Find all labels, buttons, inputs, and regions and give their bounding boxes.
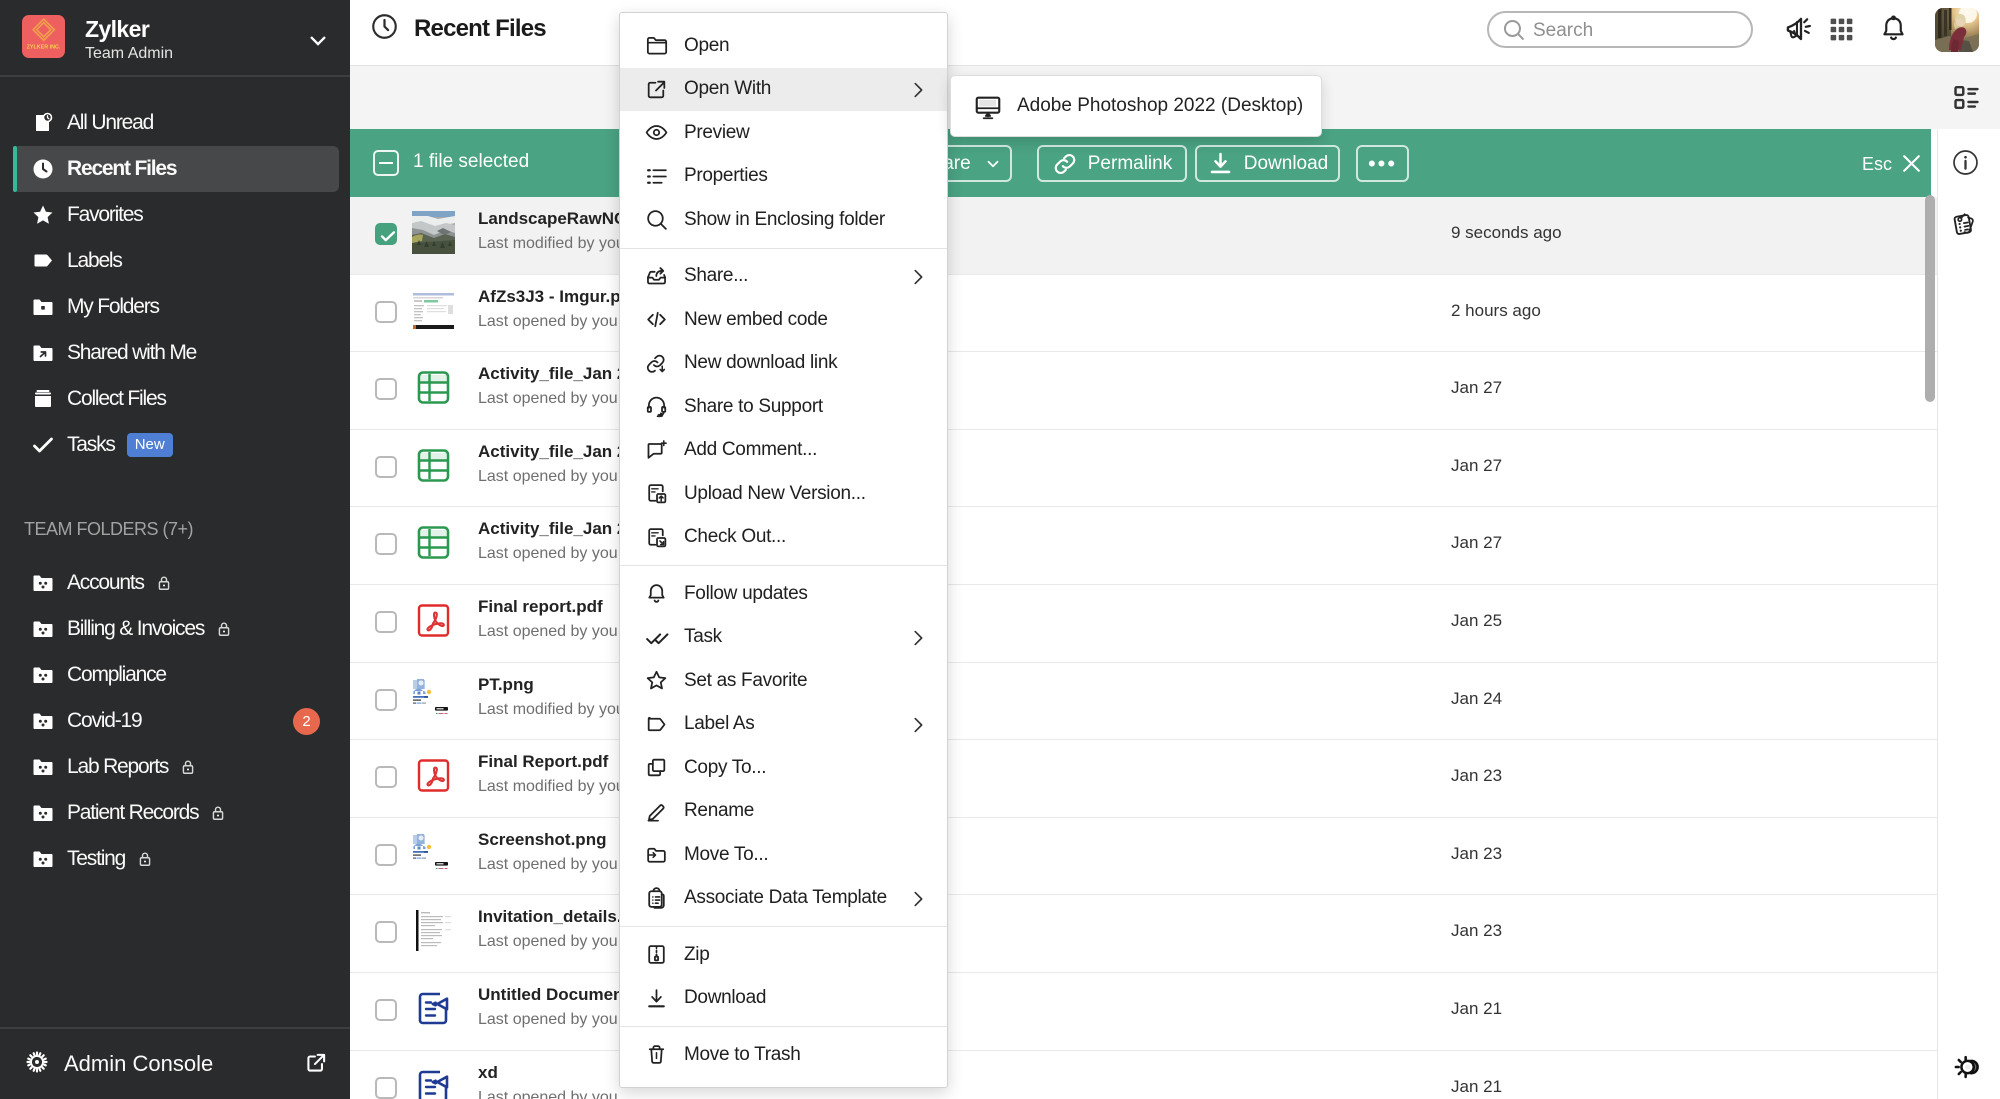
svg-text:ZYLKER INC.: ZYLKER INC. bbox=[27, 45, 61, 51]
